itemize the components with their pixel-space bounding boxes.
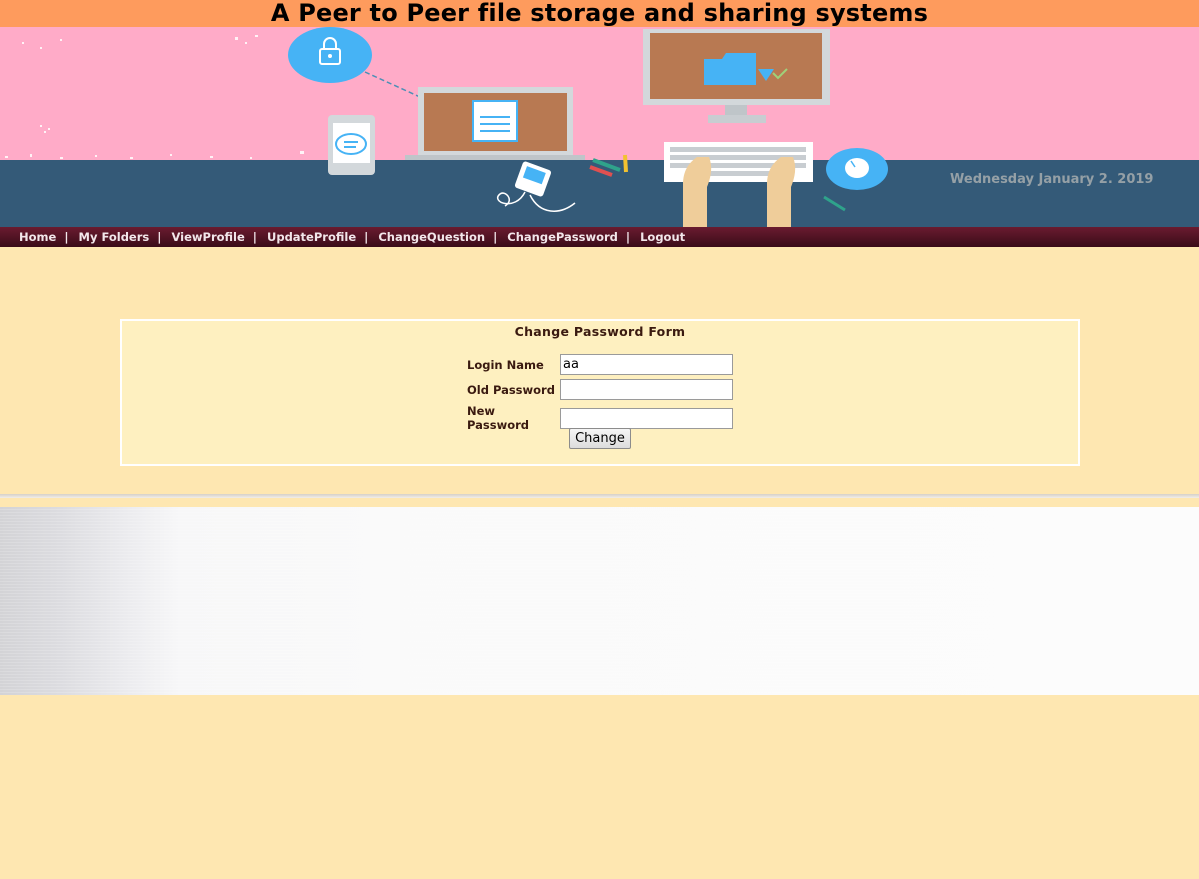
- login-name-label: Login Name: [467, 357, 544, 372]
- form-title: Change Password Form: [514, 324, 686, 339]
- new-password-label: New Password: [467, 404, 529, 432]
- header-banner: Wednesday January 2. 2019: [0, 27, 1199, 227]
- old-password-field[interactable]: [560, 379, 733, 400]
- nav-link-update-profile[interactable]: UpdateProfile: [267, 230, 356, 244]
- nav-item-logout: Logout: [640, 230, 685, 244]
- nav-item-home: Home |: [19, 230, 79, 244]
- nav-separator: |: [364, 230, 369, 244]
- main-nav: Home | My Folders | ViewProfile | UpdatePro…: [0, 227, 1199, 247]
- nav-item-view-profile: ViewProfile |: [171, 230, 267, 244]
- footer-band: [0, 507, 1199, 695]
- nav-link-change-password[interactable]: ChangePassword: [507, 230, 618, 244]
- change-button[interactable]: Change: [569, 428, 631, 449]
- nav-separator: |: [493, 230, 498, 244]
- change-password-form: Change Password Form Login Name Old Pass…: [120, 319, 1080, 466]
- chat-icon: [328, 115, 375, 175]
- new-password-field[interactable]: [560, 407, 733, 429]
- nav-link-view-profile[interactable]: ViewProfile: [171, 230, 244, 244]
- page-title: A Peer to Peer file storage and sharing …: [270, 0, 929, 27]
- nav-separator: |: [157, 230, 162, 244]
- nav-item-update-profile: UpdateProfile |: [267, 230, 378, 244]
- section-divider: [0, 494, 1199, 498]
- login-name-field[interactable]: [560, 354, 733, 375]
- nav-link-my-folders[interactable]: My Folders: [79, 230, 150, 244]
- title-bar: A Peer to Peer file storage and sharing …: [0, 0, 1199, 27]
- banner-illustration: [0, 27, 1199, 227]
- old-password-row: Old Password: [467, 379, 733, 400]
- nav-separator: |: [64, 230, 69, 244]
- nav-link-change-question[interactable]: ChangeQuestion: [378, 230, 485, 244]
- nav-link-logout[interactable]: Logout: [640, 230, 685, 244]
- old-password-label: Old Password: [467, 382, 555, 397]
- nav-item-change-question: ChangeQuestion |: [378, 230, 507, 244]
- nav-separator: |: [625, 230, 631, 244]
- nav-separator: |: [252, 230, 257, 244]
- nav-item-change-password: ChangePassword |: [507, 230, 640, 244]
- login-name-row: Login Name: [467, 354, 733, 375]
- document-icon: [405, 87, 585, 160]
- nav-link-home[interactable]: Home: [19, 230, 56, 244]
- current-date: Wednesday January 2. 2019: [950, 172, 1154, 187]
- nav-item-my-folders: My Folders |: [79, 230, 172, 244]
